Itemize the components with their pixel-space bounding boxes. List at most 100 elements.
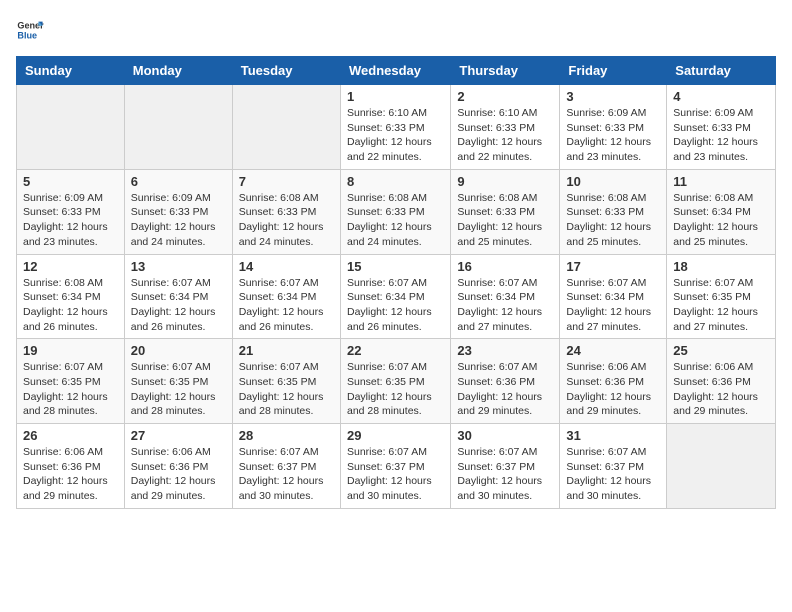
day-info: Sunrise: 6:07 AM Sunset: 6:34 PM Dayligh… bbox=[239, 276, 334, 335]
day-info: Sunrise: 6:09 AM Sunset: 6:33 PM Dayligh… bbox=[673, 106, 769, 165]
day-number: 16 bbox=[457, 259, 553, 274]
svg-text:Blue: Blue bbox=[17, 30, 37, 40]
day-number: 29 bbox=[347, 428, 444, 443]
calendar-cell: 25Sunrise: 6:06 AM Sunset: 6:36 PM Dayli… bbox=[667, 339, 776, 424]
day-number: 25 bbox=[673, 343, 769, 358]
day-info: Sunrise: 6:07 AM Sunset: 6:35 PM Dayligh… bbox=[131, 360, 226, 419]
calendar-cell: 16 Sunrise: 6:07 AM Sunset: 6:34 PM Dayli… bbox=[451, 254, 560, 339]
day-number: 21 bbox=[239, 343, 334, 358]
day-number: 14 bbox=[239, 259, 334, 274]
day-info: Sunrise: 6:08 AM Sunset: 6:33 PM Dayligh… bbox=[566, 191, 660, 250]
weekday-header-row: SundayMondayTuesdayWednesdayThursdayFrid… bbox=[17, 57, 776, 85]
day-number: 1 bbox=[347, 89, 444, 104]
day-number: 12 bbox=[23, 259, 118, 274]
weekday-header-friday: Friday bbox=[560, 57, 667, 85]
calendar-cell: 4 Sunrise: 6:09 AM Sunset: 6:33 PM Daylig… bbox=[667, 85, 776, 170]
day-number: 5 bbox=[23, 174, 118, 189]
calendar-cell: 1 Sunrise: 6:10 AM Sunset: 6:33 PM Daylig… bbox=[340, 85, 450, 170]
day-info: Sunrise: 6:10 AM Sunset: 6:33 PM Dayligh… bbox=[457, 106, 553, 165]
day-info: Sunrise: 6:07 AM Sunset: 6:35 PM Dayligh… bbox=[347, 360, 444, 419]
calendar-cell: 27Sunrise: 6:06 AM Sunset: 6:36 PM Dayli… bbox=[124, 424, 232, 509]
day-info: Sunrise: 6:06 AM Sunset: 6:36 PM Dayligh… bbox=[131, 445, 226, 504]
weekday-header-thursday: Thursday bbox=[451, 57, 560, 85]
day-info: Sunrise: 6:07 AM Sunset: 6:35 PM Dayligh… bbox=[673, 276, 769, 335]
calendar-cell: 31 Sunrise: 6:07 AM Sunset: 6:37 PM Dayli… bbox=[560, 424, 667, 509]
calendar-cell: 29 Sunrise: 6:07 AM Sunset: 6:37 PM Dayli… bbox=[340, 424, 450, 509]
day-info: Sunrise: 6:07 AM Sunset: 6:37 PM Dayligh… bbox=[457, 445, 553, 504]
day-number: 24 bbox=[566, 343, 660, 358]
calendar-cell: 9 Sunrise: 6:08 AM Sunset: 6:33 PM Daylig… bbox=[451, 169, 560, 254]
logo-icon: General Blue bbox=[16, 16, 44, 44]
day-info: Sunrise: 6:09 AM Sunset: 6:33 PM Dayligh… bbox=[131, 191, 226, 250]
calendar-cell: 3Sunrise: 6:09 AM Sunset: 6:33 PM Daylig… bbox=[560, 85, 667, 170]
day-number: 13 bbox=[131, 259, 226, 274]
day-info: Sunrise: 6:07 AM Sunset: 6:35 PM Dayligh… bbox=[23, 360, 118, 419]
calendar-cell: 7 Sunrise: 6:08 AM Sunset: 6:33 PM Daylig… bbox=[232, 169, 340, 254]
calendar-cell bbox=[124, 85, 232, 170]
day-info: Sunrise: 6:07 AM Sunset: 6:37 PM Dayligh… bbox=[239, 445, 334, 504]
calendar-cell: 8 Sunrise: 6:08 AM Sunset: 6:33 PM Daylig… bbox=[340, 169, 450, 254]
day-number: 7 bbox=[239, 174, 334, 189]
calendar-cell: 19 Sunrise: 6:07 AM Sunset: 6:35 PM Dayli… bbox=[17, 339, 125, 424]
day-number: 28 bbox=[239, 428, 334, 443]
day-number: 2 bbox=[457, 89, 553, 104]
day-number: 4 bbox=[673, 89, 769, 104]
week-row-1: 1 Sunrise: 6:10 AM Sunset: 6:33 PM Daylig… bbox=[17, 85, 776, 170]
day-info: Sunrise: 6:08 AM Sunset: 6:34 PM Dayligh… bbox=[23, 276, 118, 335]
day-number: 8 bbox=[347, 174, 444, 189]
day-info: Sunrise: 6:07 AM Sunset: 6:34 PM Dayligh… bbox=[457, 276, 553, 335]
calendar-cell: 10 Sunrise: 6:08 AM Sunset: 6:33 PM Dayli… bbox=[560, 169, 667, 254]
week-row-2: 5 Sunrise: 6:09 AM Sunset: 6:33 PM Daylig… bbox=[17, 169, 776, 254]
calendar-cell: 24Sunrise: 6:06 AM Sunset: 6:36 PM Dayli… bbox=[560, 339, 667, 424]
calendar-cell bbox=[232, 85, 340, 170]
calendar-cell: 22Sunrise: 6:07 AM Sunset: 6:35 PM Dayli… bbox=[340, 339, 450, 424]
calendar-cell: 11 Sunrise: 6:08 AM Sunset: 6:34 PM Dayli… bbox=[667, 169, 776, 254]
calendar-cell: 26Sunrise: 6:06 AM Sunset: 6:36 PM Dayli… bbox=[17, 424, 125, 509]
day-info: Sunrise: 6:07 AM Sunset: 6:37 PM Dayligh… bbox=[566, 445, 660, 504]
day-number: 31 bbox=[566, 428, 660, 443]
calendar-cell: 18 Sunrise: 6:07 AM Sunset: 6:35 PM Dayli… bbox=[667, 254, 776, 339]
day-number: 18 bbox=[673, 259, 769, 274]
day-info: Sunrise: 6:09 AM Sunset: 6:33 PM Dayligh… bbox=[23, 191, 118, 250]
day-number: 9 bbox=[457, 174, 553, 189]
weekday-header-saturday: Saturday bbox=[667, 57, 776, 85]
day-info: Sunrise: 6:08 AM Sunset: 6:33 PM Dayligh… bbox=[347, 191, 444, 250]
logo: General Blue bbox=[16, 16, 44, 44]
day-info: Sunrise: 6:07 AM Sunset: 6:34 PM Dayligh… bbox=[347, 276, 444, 335]
week-row-5: 26 Sunrise: 6:06 AM Sunset: 6:36 PM Dayli… bbox=[17, 424, 776, 509]
day-info: Sunrise: 6:08 AM Sunset: 6:33 PM Dayligh… bbox=[457, 191, 553, 250]
day-info: Sunrise: 6:07 AM Sunset: 6:35 PM Dayligh… bbox=[239, 360, 334, 419]
day-number: 30 bbox=[457, 428, 553, 443]
day-number: 15 bbox=[347, 259, 444, 274]
day-number: 10 bbox=[566, 174, 660, 189]
calendar-cell: 23 Sunrise: 6:07 AM Sunset: 6:36 PM Dayli… bbox=[451, 339, 560, 424]
day-info: Sunrise: 6:07 AM Sunset: 6:36 PM Dayligh… bbox=[457, 360, 553, 419]
day-number: 6 bbox=[131, 174, 226, 189]
calendar-cell bbox=[17, 85, 125, 170]
day-number: 26 bbox=[23, 428, 118, 443]
weekday-header-monday: Monday bbox=[124, 57, 232, 85]
calendar-cell: 17 Sunrise: 6:07 AM Sunset: 6:34 PM Dayli… bbox=[560, 254, 667, 339]
day-info: Sunrise: 6:10 AM Sunset: 6:33 PM Dayligh… bbox=[347, 106, 444, 165]
day-number: 20 bbox=[131, 343, 226, 358]
weekday-header-wednesday: Wednesday bbox=[340, 57, 450, 85]
day-info: Sunrise: 6:07 AM Sunset: 6:37 PM Dayligh… bbox=[347, 445, 444, 504]
calendar-cell: 20 Sunrise: 6:07 AM Sunset: 6:35 PM Dayli… bbox=[124, 339, 232, 424]
day-number: 23 bbox=[457, 343, 553, 358]
day-info: Sunrise: 6:08 AM Sunset: 6:33 PM Dayligh… bbox=[239, 191, 334, 250]
day-number: 11 bbox=[673, 174, 769, 189]
calendar-cell bbox=[667, 424, 776, 509]
day-info: Sunrise: 6:07 AM Sunset: 6:34 PM Dayligh… bbox=[131, 276, 226, 335]
calendar-cell: 5 Sunrise: 6:09 AM Sunset: 6:33 PM Daylig… bbox=[17, 169, 125, 254]
calendar-cell: 2 Sunrise: 6:10 AM Sunset: 6:33 PM Daylig… bbox=[451, 85, 560, 170]
header: General Blue bbox=[16, 16, 776, 44]
calendar-cell: 30 Sunrise: 6:07 AM Sunset: 6:37 PM Dayli… bbox=[451, 424, 560, 509]
weekday-header-sunday: Sunday bbox=[17, 57, 125, 85]
day-number: 3 bbox=[566, 89, 660, 104]
day-info: Sunrise: 6:07 AM Sunset: 6:34 PM Dayligh… bbox=[566, 276, 660, 335]
day-info: Sunrise: 6:08 AM Sunset: 6:34 PM Dayligh… bbox=[673, 191, 769, 250]
week-row-3: 12 Sunrise: 6:08 AM Sunset: 6:34 PM Dayli… bbox=[17, 254, 776, 339]
day-number: 19 bbox=[23, 343, 118, 358]
day-number: 17 bbox=[566, 259, 660, 274]
calendar-cell: 28 Sunrise: 6:07 AM Sunset: 6:37 PM Dayli… bbox=[232, 424, 340, 509]
